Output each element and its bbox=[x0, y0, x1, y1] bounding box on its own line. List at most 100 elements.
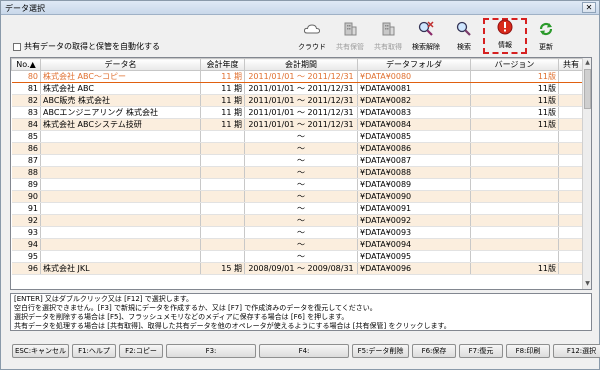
info-icon bbox=[496, 18, 514, 40]
column-header[interactable]: データフォルダ bbox=[357, 58, 471, 71]
table-cell bbox=[558, 94, 584, 107]
share-get-label: 共有取得 bbox=[374, 43, 402, 51]
update-label: 更新 bbox=[539, 43, 553, 51]
table-row[interactable]: 91 ～ ¥DATA¥0091 bbox=[11, 202, 584, 215]
table-cell bbox=[558, 154, 584, 167]
auto-share-option[interactable]: 共有データの取得と保管を自動化する bbox=[13, 41, 160, 52]
table-row[interactable]: 95 ～ ¥DATA¥0095 bbox=[11, 250, 584, 263]
fkey-button[interactable]: F7:復元 bbox=[459, 344, 503, 358]
table-cell: 2011/01/01 ～ 2011/12/31 bbox=[244, 70, 358, 83]
table-cell: ～ bbox=[244, 250, 358, 263]
scroll-thumb[interactable] bbox=[584, 69, 591, 109]
table-cell: ¥DATA¥0090 bbox=[357, 190, 471, 203]
table-cell bbox=[200, 130, 245, 143]
table-cell bbox=[470, 238, 559, 251]
table-cell: 11 期 bbox=[200, 82, 245, 95]
share-save-button[interactable]: 共有保管 bbox=[331, 18, 369, 54]
table-row[interactable]: 85 ～ ¥DATA¥0085 bbox=[11, 130, 584, 143]
table-cell bbox=[200, 142, 245, 155]
fkey-button[interactable]: F5:データ削除 bbox=[352, 344, 409, 358]
table-row[interactable]: 89 ～ ¥DATA¥0089 bbox=[11, 178, 584, 191]
table-row[interactable]: 82 ABC販売 株式会社 11 期 2011/01/01 ～ 2011/12/31 ¥… bbox=[11, 94, 584, 107]
table-cell: 株式会社 ABC bbox=[40, 82, 201, 95]
table-cell: 15 期 bbox=[200, 262, 245, 275]
table-cell bbox=[40, 178, 201, 191]
table-cell: ～ bbox=[244, 166, 358, 179]
table-cell: ～ bbox=[244, 178, 358, 191]
table-cell: 86 bbox=[11, 142, 41, 155]
fkey-button[interactable]: F3: bbox=[166, 344, 256, 358]
column-header[interactable]: 会計年度 bbox=[200, 58, 245, 71]
column-header[interactable]: バージョン bbox=[470, 58, 559, 71]
fkey-button[interactable]: F2:コピー bbox=[119, 344, 163, 358]
table-cell: ¥DATA¥0083 bbox=[357, 106, 471, 119]
table-row[interactable]: 81 株式会社 ABC 11 期 2011/01/01 ～ 2011/12/31 ¥DA… bbox=[11, 82, 584, 95]
table-cell: 2011/01/01 ～ 2011/12/31 bbox=[244, 94, 358, 107]
table-cell bbox=[558, 238, 584, 251]
info-button[interactable]: 情報 bbox=[483, 18, 527, 54]
table-row[interactable]: 94 ～ ¥DATA¥0094 bbox=[11, 238, 584, 251]
table-cell bbox=[200, 166, 245, 179]
vertical-scrollbar[interactable]: ▲ ▼ bbox=[582, 58, 591, 289]
table-cell: ¥DATA¥0089 bbox=[357, 178, 471, 191]
table-cell: ～ bbox=[244, 214, 358, 227]
table-cell: ¥DATA¥0082 bbox=[357, 94, 471, 107]
table-cell: 株式会社 ABC～コピー bbox=[40, 70, 201, 83]
auto-share-checkbox[interactable] bbox=[13, 42, 21, 51]
message-line: 選択データを削除する場合は [F5]、フラッシュメモリなどのメディアに保存する場… bbox=[14, 313, 349, 321]
column-header[interactable]: データ名 bbox=[40, 58, 201, 71]
table-cell: 11 期 bbox=[200, 106, 245, 119]
table-cell bbox=[40, 202, 201, 215]
update-button[interactable]: 更新 bbox=[527, 18, 565, 54]
scroll-down-icon[interactable]: ▼ bbox=[583, 279, 591, 289]
table-row[interactable]: 92 ～ ¥DATA¥0092 bbox=[11, 214, 584, 227]
fkey-button[interactable]: F4: bbox=[259, 344, 349, 358]
table-row[interactable]: 87 ～ ¥DATA¥0087 bbox=[11, 154, 584, 167]
table-cell bbox=[558, 70, 584, 83]
fkey-button[interactable]: F12:選択 bbox=[553, 344, 600, 358]
column-header[interactable]: 共有 bbox=[558, 58, 584, 71]
table-cell bbox=[558, 214, 584, 227]
table-cell bbox=[200, 238, 245, 251]
table-cell bbox=[470, 142, 559, 155]
close-button[interactable]: ✕ bbox=[582, 2, 596, 13]
table-row[interactable]: 86 ～ ¥DATA¥0086 bbox=[11, 142, 584, 155]
table-row[interactable]: 90 ～ ¥DATA¥0090 bbox=[11, 190, 584, 203]
table-cell: 81 bbox=[11, 82, 41, 95]
table-body: 80 株式会社 ABC～コピー 11 期 2011/01/01 ～ 2011/12/3… bbox=[11, 70, 584, 275]
column-header[interactable]: 会計期間 bbox=[244, 58, 358, 71]
table-row[interactable]: 96 株式会社 JKL 15 期 2008/09/01 ～ 2009/08/31 ¥DA… bbox=[11, 262, 584, 275]
table-cell: 83 bbox=[11, 106, 41, 119]
table-row[interactable]: 84 株式会社 ABCシステム技研 11 期 2011/01/01 ～ 2011/12… bbox=[11, 118, 584, 131]
table-cell: 2011/01/01 ～ 2011/12/31 bbox=[244, 82, 358, 95]
fkey-button[interactable]: F6:保存 bbox=[412, 344, 456, 358]
share-get-button[interactable]: 共有取得 bbox=[369, 18, 407, 54]
table-row[interactable]: 80 株式会社 ABC～コピー 11 期 2011/01/01 ～ 2011/12/3… bbox=[11, 70, 584, 83]
cloud-button[interactable]: クラウド bbox=[293, 18, 331, 54]
scroll-up-icon[interactable]: ▲ bbox=[583, 58, 591, 68]
table-cell: ¥DATA¥0087 bbox=[357, 154, 471, 167]
cloud-icon bbox=[303, 20, 321, 42]
table-row[interactable]: 83 ABCエンジニアリング 株式会社 11 期 2011/01/01 ～ 2011/… bbox=[11, 106, 584, 119]
table-cell bbox=[40, 214, 201, 227]
search-clear-button[interactable]: 検索解除 bbox=[407, 18, 445, 54]
fkey-button[interactable]: ESC:キャンセル bbox=[12, 344, 69, 358]
table-cell bbox=[470, 166, 559, 179]
column-header[interactable]: No.▲ bbox=[11, 58, 41, 71]
table-cell: 92 bbox=[11, 214, 41, 227]
table-cell: 96 bbox=[11, 262, 41, 275]
table-cell: 11 期 bbox=[200, 70, 245, 83]
table-row[interactable]: 88 ～ ¥DATA¥0088 bbox=[11, 166, 584, 179]
table-row[interactable]: 93 ～ ¥DATA¥0093 bbox=[11, 226, 584, 239]
table-cell: 11版 bbox=[470, 70, 559, 83]
table-header-row: No.▲ データ名 会計年度 会計期間 データフォルダ バージョン 共有 bbox=[11, 58, 584, 71]
table-cell: 11版 bbox=[470, 94, 559, 107]
table-cell bbox=[40, 250, 201, 263]
fkey-button[interactable]: F8:印刷 bbox=[506, 344, 550, 358]
function-key-bar: ESC:キャンセル F1:ヘルプ F2:コピー F3: F4: F5:データ削除 F6:保存… bbox=[12, 344, 600, 358]
table-cell: ¥DATA¥0094 bbox=[357, 238, 471, 251]
table-cell: ～ bbox=[244, 202, 358, 215]
search-button[interactable]: 検索 bbox=[445, 18, 483, 54]
fkey-button[interactable]: F1:ヘルプ bbox=[72, 344, 116, 358]
table-cell bbox=[558, 250, 584, 263]
